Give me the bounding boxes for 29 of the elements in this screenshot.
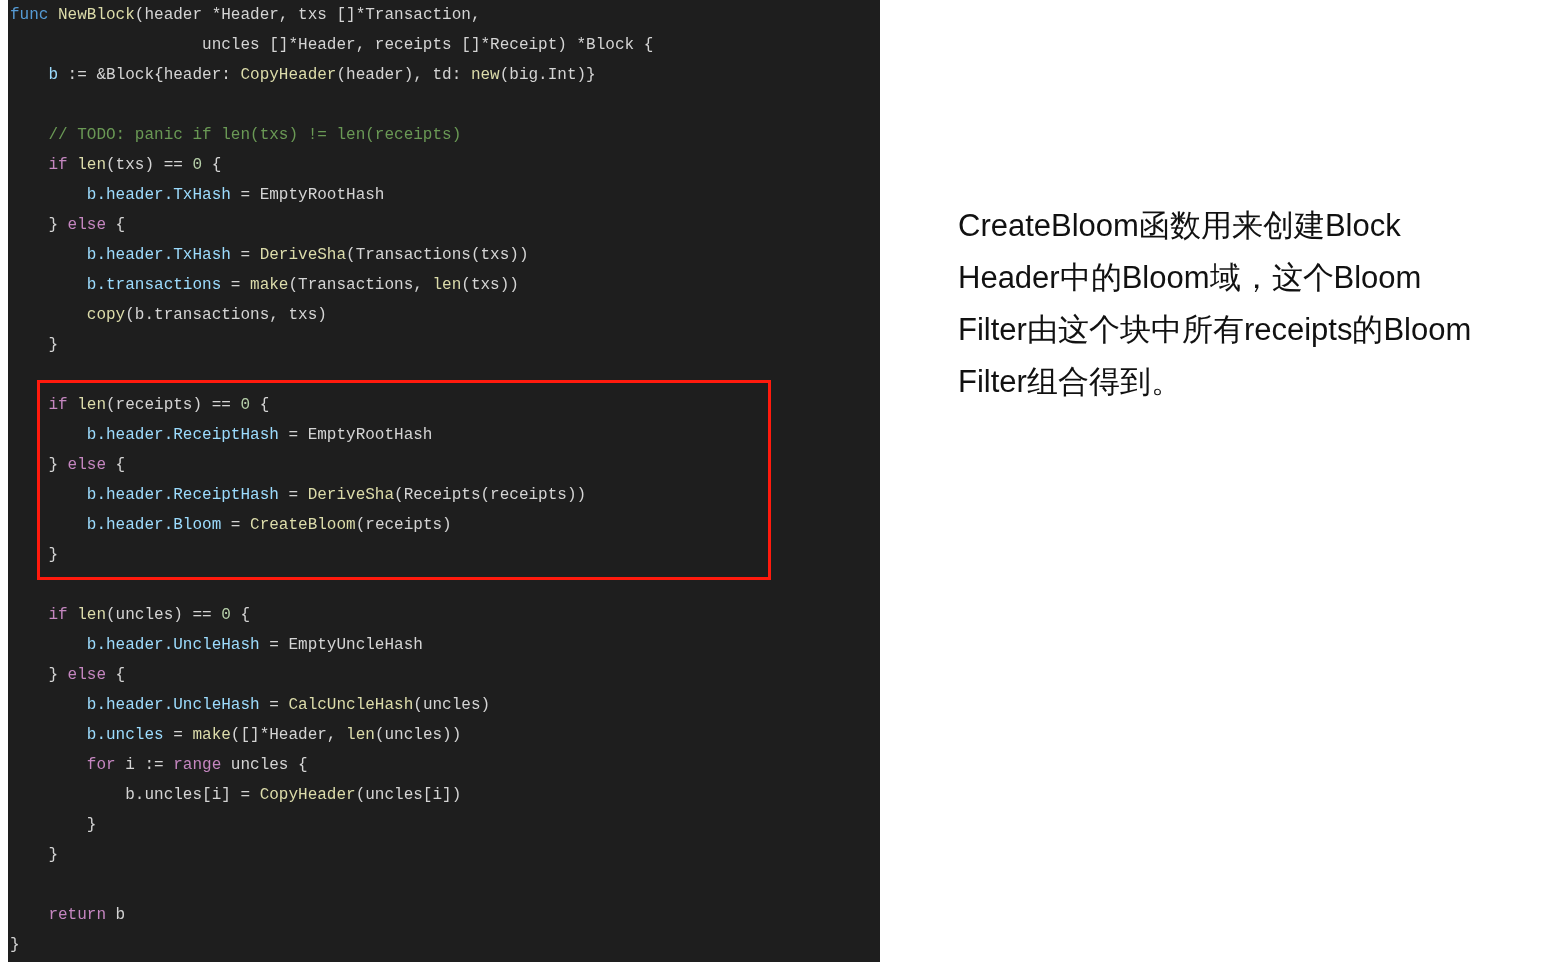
code-line: b.transactions = make(Transactions, len(txs))	[85, 275, 520, 296]
code-line: if len(receipts) == 0 {	[47, 395, 271, 416]
code-line: b.header.UncleHash = EmptyUncleHash	[85, 635, 424, 656]
code-line: b := &Block{header: CopyHeader(header), td: new(big.Int)}	[47, 65, 597, 86]
code-line: b.header.ReceiptHash = EmptyRootHash	[85, 425, 434, 446]
code-line: b.header.TxHash = DeriveSha(Transactions(txs))	[85, 245, 530, 266]
code-line: if len(txs) == 0 {	[47, 155, 223, 176]
code-line: uncles []*Header, receipts []*Receipt) *Block {	[201, 35, 655, 56]
code-line: }	[47, 845, 59, 866]
code-line: } else {	[47, 215, 127, 236]
code-line: b.header.UncleHash = CalcUncleHash(uncles)	[85, 695, 492, 716]
code-line: b.header.Bloom = CreateBloom(receipts)	[85, 515, 453, 536]
code-line: for i := range uncles {	[85, 755, 309, 776]
code-line: return b	[47, 905, 127, 926]
code-line: }	[47, 335, 59, 356]
code-line: }	[47, 545, 59, 566]
code-line: // TODO: panic if len(txs) != len(receipts)	[47, 125, 463, 146]
code-line: func NewBlock(header *Header, txs []*Transaction,	[9, 5, 482, 26]
code-line: b.header.ReceiptHash = DeriveSha(Receipts(receipts))	[85, 485, 588, 506]
code-line: copy(b.transactions, txs)	[85, 305, 328, 326]
code-line: } else {	[47, 455, 127, 476]
code-line: b.header.TxHash = EmptyRootHash	[85, 185, 386, 206]
code-line: b.uncles = make([]*Header, len(uncles))	[85, 725, 463, 746]
code-line: if len(uncles) == 0 {	[47, 605, 252, 626]
code-line: } else {	[47, 665, 127, 686]
explanation-text: CreateBloom函数用来创建Block Header中的Bloom域，这个Bloom Filter由这个块中所有receipts的Bloom Filter组合得到。	[958, 207, 1473, 401]
code-line: }	[85, 815, 98, 836]
code-line: b.uncles[i] = CopyHeader(uncles[i])	[124, 785, 463, 806]
code-line: }	[9, 935, 21, 956]
